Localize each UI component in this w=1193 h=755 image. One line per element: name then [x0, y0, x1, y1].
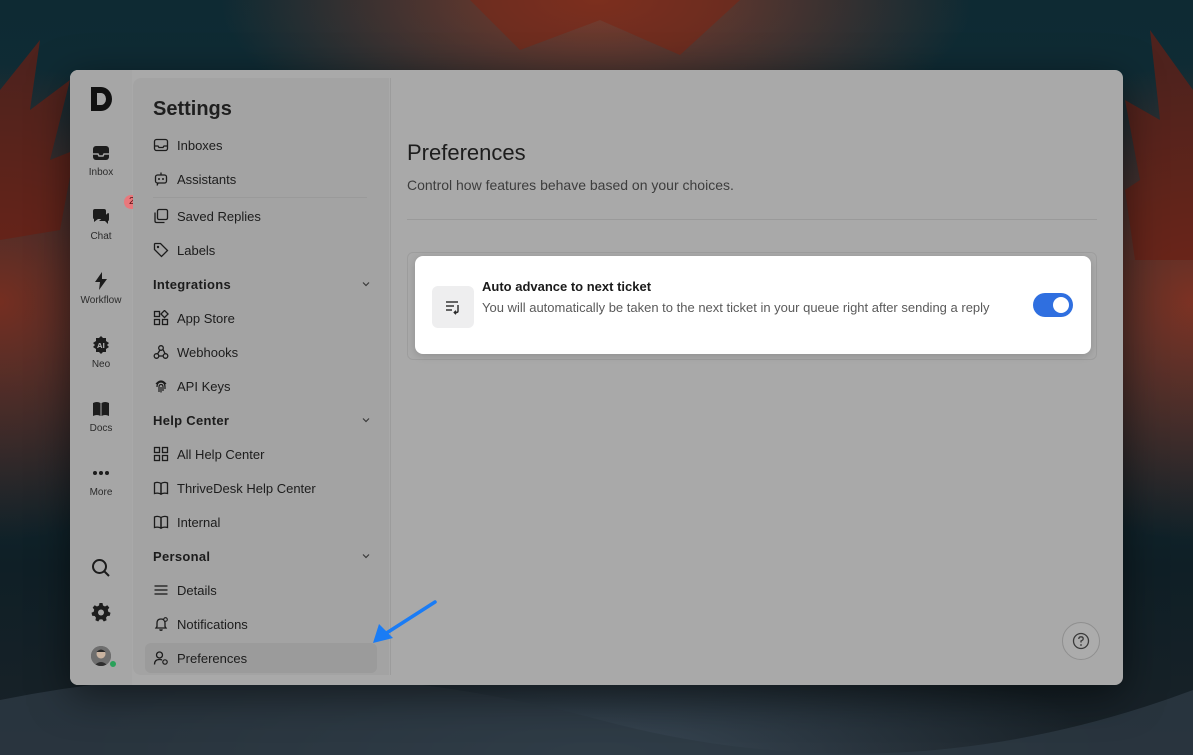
chevron-down-icon: [362, 282, 370, 287]
sidebar-item-label: Inboxes: [177, 137, 223, 153]
preference-description: You will automatically be taken to the n…: [482, 300, 990, 315]
settings-sidebar: Settings Inboxes Assistants Saved Replie…: [133, 78, 389, 675]
webhook-icon: [153, 345, 169, 359]
avatar[interactable]: [91, 646, 111, 666]
sidebar-item-saved-replies[interactable]: Saved Replies: [145, 201, 377, 231]
sidebar-item-inboxes[interactable]: Inboxes: [145, 130, 377, 160]
inbox-icon: [93, 146, 109, 160]
section-title: Integrations: [153, 276, 231, 292]
page-title: Preferences: [407, 140, 526, 165]
chat-icon: [93, 209, 109, 224]
sidebar-item-label: All Help Center: [177, 446, 265, 462]
sidebar-item-label: Saved Replies: [177, 208, 261, 224]
section-integrations[interactable]: Integrations: [153, 274, 371, 294]
queue-next-icon: [446, 301, 459, 315]
thrivedesk-logo-icon[interactable]: [88, 84, 114, 114]
section-title: Personal: [153, 548, 211, 564]
apps-icon: [153, 310, 169, 326]
section-help-center[interactable]: Help Center: [153, 410, 371, 430]
sidebar-item-label: App Store: [177, 310, 235, 326]
lightning-icon: [95, 272, 107, 290]
gear-icon: [91, 603, 111, 622]
rail-chat[interactable]: 253 Chat: [70, 195, 151, 242]
rail-label: More: [89, 487, 113, 498]
inbox-icon: [153, 138, 169, 152]
sidebar-item-thrivedesk-help-center[interactable]: ThriveDesk Help Center: [145, 473, 377, 503]
app-window: Inbox 253 Chat Workflow AI Neo: [70, 70, 1123, 685]
auto-advance-toggle[interactable]: [1033, 293, 1073, 317]
search-button[interactable]: [70, 558, 132, 578]
user-avatar-icon: [91, 646, 111, 666]
chevron-down-icon: [362, 554, 370, 559]
bell-icon: [154, 617, 168, 631]
tag-icon: [153, 242, 169, 258]
rail-label: Workflow: [80, 295, 122, 306]
sidebar-item-label: API Keys: [177, 378, 231, 394]
settings-button[interactable]: [70, 602, 132, 622]
rail-label: Neo: [91, 359, 111, 370]
preference-title: Auto advance to next ticket: [482, 279, 652, 294]
annotation-arrow-icon: [373, 600, 437, 643]
chevron-down-icon: [362, 418, 370, 423]
toggle-knob: [1053, 297, 1069, 313]
rail-docs[interactable]: Docs: [70, 399, 132, 434]
sidebar-item-label: Details: [177, 582, 217, 598]
sidebar-divider: [153, 197, 367, 198]
sidebar-item-details[interactable]: Details: [145, 575, 377, 605]
copy-icon: [154, 208, 169, 224]
ai-icon: AI: [93, 336, 109, 354]
svg-text:AI: AI: [97, 342, 105, 350]
sidebar-item-label: Assistants: [177, 171, 237, 187]
sidebar-item-api-keys[interactable]: API Keys: [145, 371, 377, 401]
section-title: Help Center: [153, 412, 230, 428]
icon-rail: Inbox 253 Chat Workflow AI Neo: [70, 70, 151, 685]
open-book-icon: [153, 515, 169, 530]
sidebar-item-app-store[interactable]: App Store: [145, 303, 377, 333]
sidebar-item-label: Preferences: [177, 650, 248, 666]
sidebar-item-label: Webhooks: [177, 344, 239, 360]
rail-label: Inbox: [88, 167, 114, 178]
content-divider: [407, 219, 1097, 220]
sidebar-item-all-help-center[interactable]: All Help Center: [145, 439, 377, 469]
sidebar-item-assistants[interactable]: Assistants: [145, 164, 377, 194]
main-content: Preferences Control how features behave …: [390, 78, 1114, 675]
fingerprint-icon: [155, 380, 167, 393]
more-icon: [93, 471, 109, 475]
sidebar-item-internal[interactable]: Internal: [145, 507, 377, 537]
list-icon: [154, 585, 168, 595]
rail-workflow[interactable]: Workflow: [70, 271, 132, 306]
sidebar-item-webhooks[interactable]: Webhooks: [145, 337, 377, 367]
help-button[interactable]: [1062, 622, 1100, 660]
search-icon: [92, 559, 110, 577]
bot-icon: [154, 172, 168, 186]
grid-icon: [153, 446, 169, 462]
rail-neo[interactable]: AI Neo: [70, 335, 132, 370]
sidebar-item-label: Internal: [177, 514, 221, 530]
open-book-icon: [153, 481, 169, 496]
sidebar-item-notifications[interactable]: Notifications: [145, 609, 377, 639]
preference-icon-box: [432, 286, 474, 328]
rail-inbox[interactable]: Inbox: [70, 143, 132, 178]
question-icon: [1072, 632, 1090, 650]
rail-label: Docs: [89, 423, 113, 434]
book-icon: [93, 402, 109, 416]
preference-card-auto-advance: Auto advance to next ticket You will aut…: [415, 256, 1091, 354]
user-settings-icon: [153, 651, 168, 665]
rail-more[interactable]: More: [70, 463, 132, 498]
sidebar-item-label: ThriveDesk Help Center: [177, 480, 316, 496]
sidebar-item-label: Notifications: [177, 616, 248, 632]
sidebar-item-preferences[interactable]: Preferences: [145, 643, 377, 673]
page-subtitle: Control how features behave based on you…: [407, 177, 734, 193]
sidebar-title: Settings: [153, 98, 232, 120]
section-personal[interactable]: Personal: [153, 546, 371, 566]
sidebar-item-label: Labels: [177, 242, 216, 258]
sidebar-item-labels[interactable]: Labels: [145, 235, 377, 265]
rail-label: Chat: [90, 231, 112, 242]
online-status-dot: [109, 660, 117, 668]
